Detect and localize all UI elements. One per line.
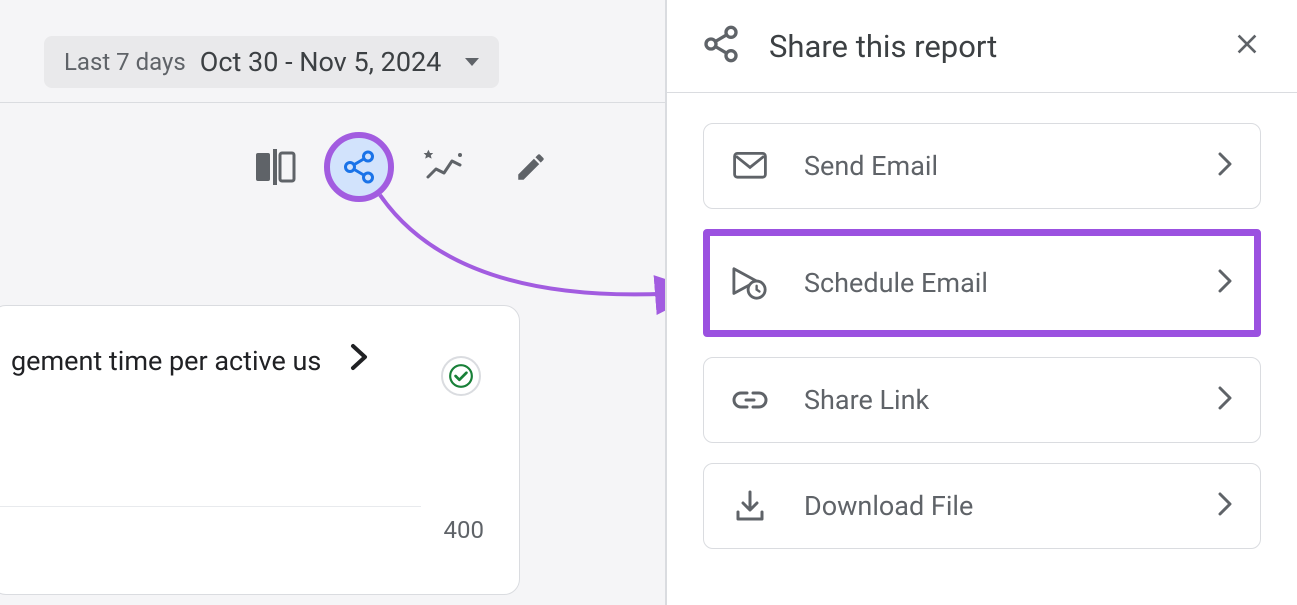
date-range-picker[interactable]: Last 7 days Oct 30 - Nov 5, 2024 bbox=[44, 36, 499, 88]
download-file-option[interactable]: Download File bbox=[703, 463, 1261, 549]
chart-axis-value: 400 bbox=[444, 516, 484, 544]
share-link-label: Share Link bbox=[804, 384, 1182, 416]
download-icon bbox=[732, 490, 768, 522]
panel-header: Share this report bbox=[667, 0, 1297, 92]
close-icon bbox=[1231, 28, 1263, 60]
share-icon bbox=[341, 149, 377, 185]
date-range-label: Last 7 days bbox=[64, 48, 186, 76]
chevron-right-icon bbox=[1218, 269, 1232, 297]
metric-card: gement time per active us 400 bbox=[0, 305, 520, 595]
chevron-right-icon bbox=[1218, 492, 1232, 520]
insights-icon[interactable] bbox=[422, 149, 466, 185]
email-icon bbox=[732, 152, 768, 180]
chevron-right-icon bbox=[349, 342, 369, 380]
left-panel: Last 7 days Oct 30 - Nov 5, 2024 bbox=[0, 0, 665, 605]
date-range-value: Oct 30 - Nov 5, 2024 bbox=[200, 46, 442, 78]
share-header-icon bbox=[701, 24, 741, 68]
share-panel: Share this report Send Email bbox=[665, 0, 1297, 605]
compare-icon[interactable] bbox=[256, 149, 296, 185]
chevron-right-icon bbox=[1218, 386, 1232, 414]
share-button[interactable] bbox=[324, 132, 394, 202]
schedule-email-label: Schedule Email bbox=[804, 267, 1182, 299]
close-button[interactable] bbox=[1231, 28, 1263, 64]
card-title: gement time per active us bbox=[11, 345, 321, 377]
action-bar bbox=[256, 132, 548, 202]
share-options-list: Send Email Schedule Email bbox=[667, 93, 1297, 579]
chart-gridline bbox=[0, 506, 421, 507]
share-link-option[interactable]: Share Link bbox=[703, 357, 1261, 443]
chevron-right-icon bbox=[1218, 152, 1232, 180]
download-file-label: Download File bbox=[804, 490, 1182, 522]
send-email-option[interactable]: Send Email bbox=[703, 123, 1261, 209]
edit-icon[interactable] bbox=[514, 150, 548, 184]
schedule-email-option[interactable]: Schedule Email bbox=[703, 229, 1261, 337]
schedule-icon bbox=[732, 266, 768, 300]
link-icon bbox=[732, 390, 768, 410]
status-check-icon bbox=[441, 356, 481, 396]
send-email-label: Send Email bbox=[804, 150, 1182, 182]
panel-title: Share this report bbox=[769, 28, 1203, 65]
horizontal-divider bbox=[0, 102, 665, 103]
dropdown-arrow-icon bbox=[465, 58, 479, 66]
